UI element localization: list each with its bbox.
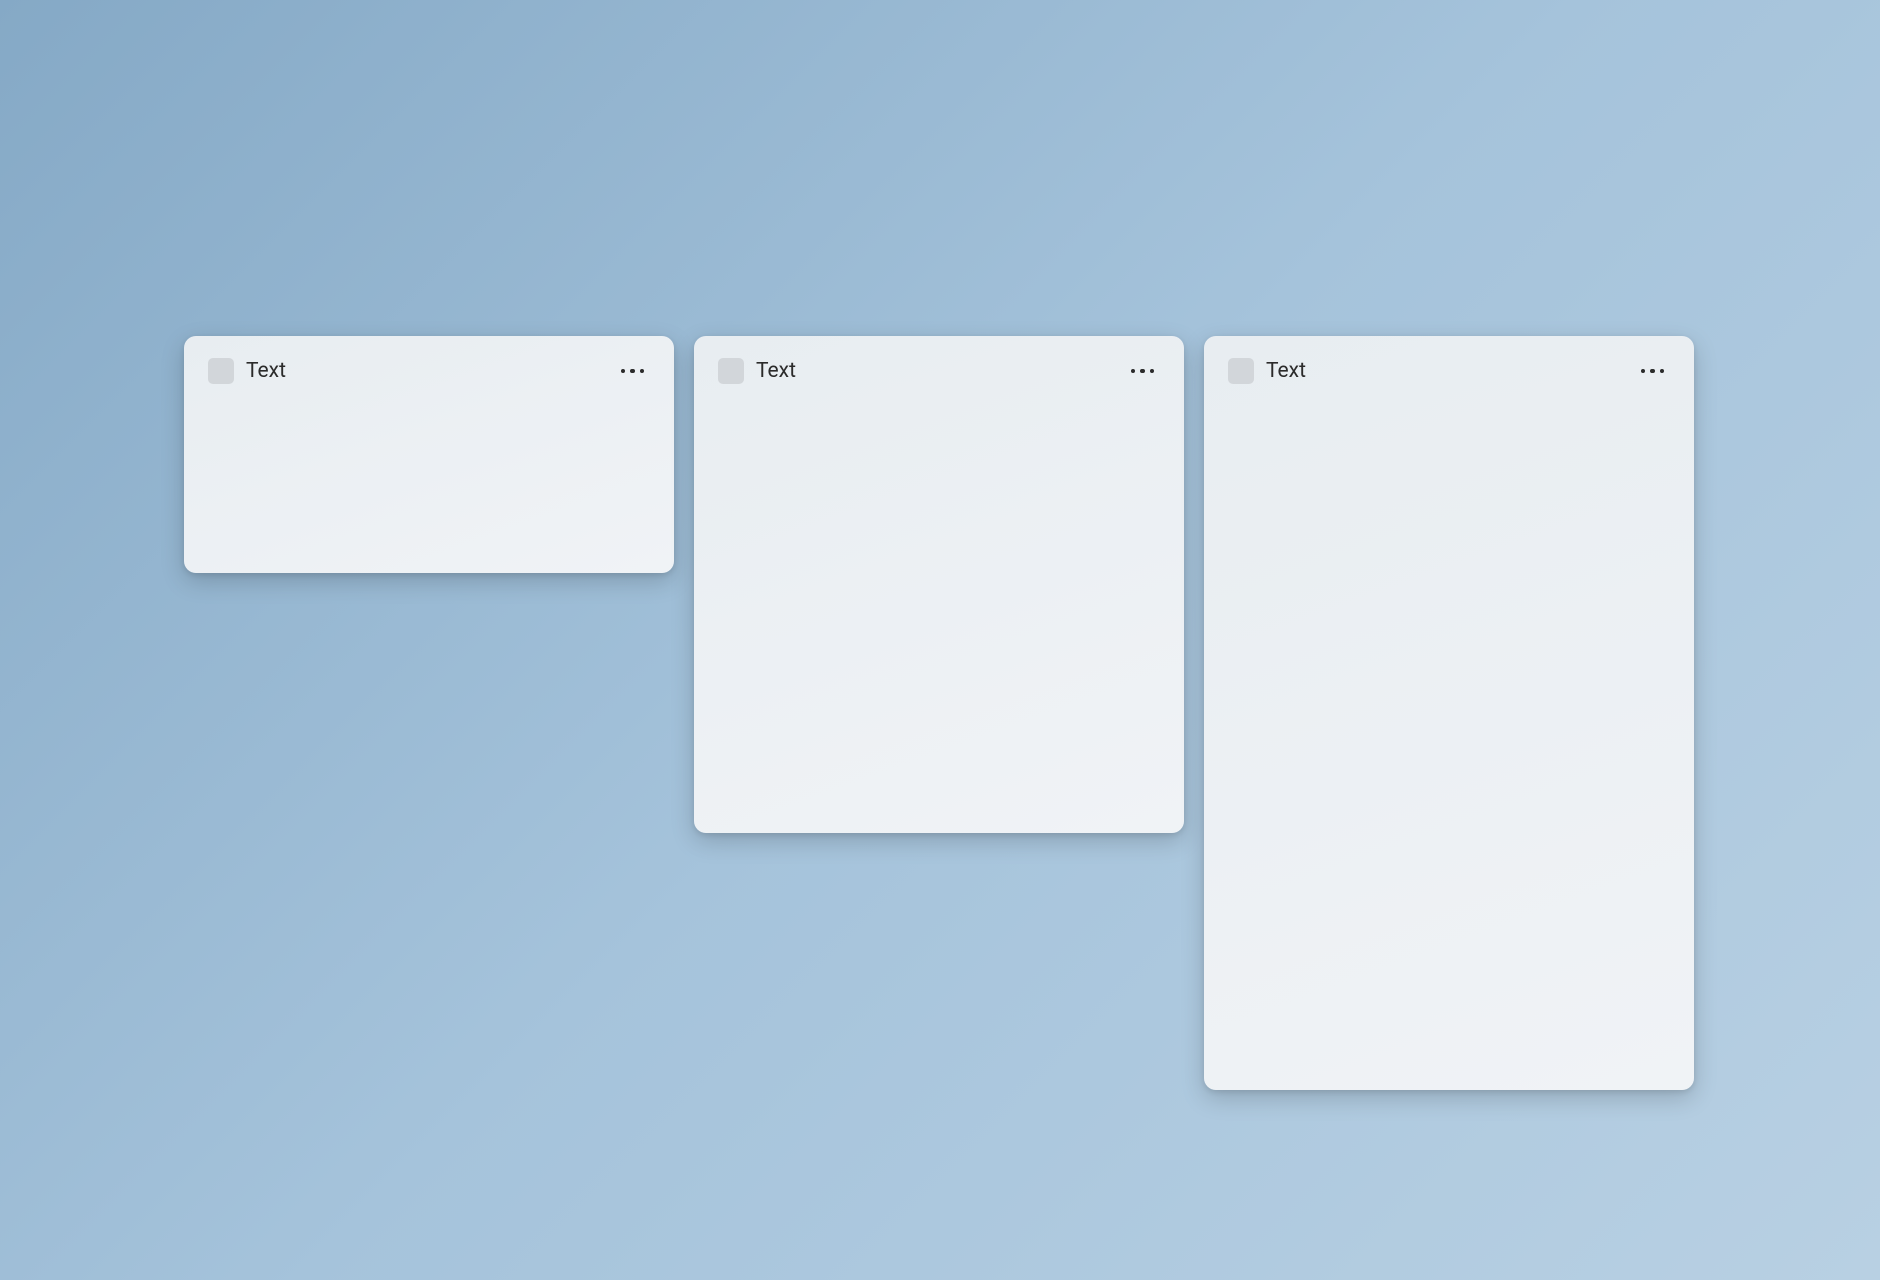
card-title-group: Text <box>208 358 286 384</box>
card-header: Text <box>718 356 1160 386</box>
card-title: Text <box>246 359 286 383</box>
placeholder-icon <box>208 358 234 384</box>
card-title: Text <box>1266 359 1306 383</box>
more-horizontal-icon <box>1131 369 1136 374</box>
placeholder-icon <box>1228 358 1254 384</box>
canvas: Text Text Text <box>0 0 1880 1280</box>
more-options-button[interactable] <box>615 363 651 380</box>
card-header: Text <box>1228 356 1670 386</box>
card-3[interactable]: Text <box>1204 336 1694 1090</box>
card-title: Text <box>756 359 796 383</box>
placeholder-icon <box>718 358 744 384</box>
card-title-group: Text <box>1228 358 1306 384</box>
more-options-button[interactable] <box>1125 363 1161 380</box>
card-header: Text <box>208 356 650 386</box>
more-horizontal-icon <box>1641 369 1646 374</box>
card-2[interactable]: Text <box>694 336 1184 833</box>
card-title-group: Text <box>718 358 796 384</box>
card-1[interactable]: Text <box>184 336 674 573</box>
more-options-button[interactable] <box>1635 363 1671 380</box>
more-horizontal-icon <box>621 369 626 374</box>
